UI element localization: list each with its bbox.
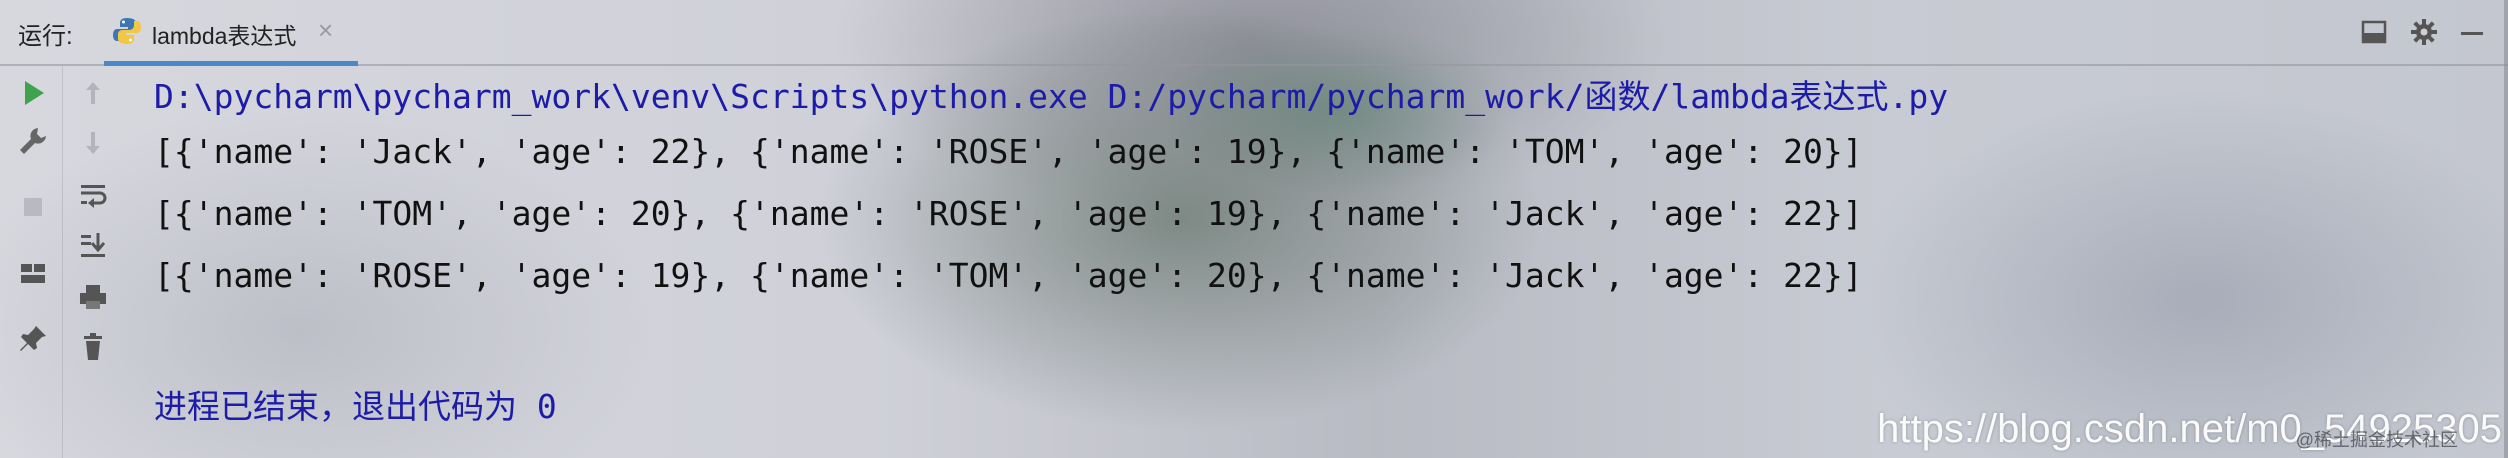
output-line-1: [{'name': 'Jack', 'age': 22}, {'name': '… bbox=[154, 132, 1863, 171]
layout-icon[interactable] bbox=[2358, 16, 2390, 48]
stop-icon[interactable] bbox=[16, 190, 50, 224]
tab-title: lambda表达式 bbox=[152, 23, 297, 49]
gear-icon[interactable] bbox=[2408, 16, 2440, 48]
run-left-toolbar bbox=[0, 66, 63, 458]
arrow-up-icon[interactable] bbox=[76, 76, 110, 110]
watermark-sub: @稀土掘金技术社区 bbox=[2295, 430, 2458, 450]
tab-lambda[interactable]: lambda表达式 × bbox=[104, 0, 358, 66]
exit-message: 进程已结束，退出代码为 0 bbox=[154, 387, 557, 426]
pin-icon[interactable] bbox=[16, 322, 50, 356]
scroll-to-end-icon[interactable] bbox=[76, 228, 110, 262]
soft-wrap-icon[interactable] bbox=[76, 178, 110, 212]
arrow-down-icon[interactable] bbox=[76, 126, 110, 160]
run-label: 运行: bbox=[18, 23, 73, 50]
tab-close-icon[interactable]: × bbox=[318, 15, 333, 46]
window-frame-edge bbox=[2504, 0, 2508, 458]
command-line[interactable]: D:\pycharm\pycharm_work\venv\Scripts\pyt… bbox=[154, 70, 1948, 118]
layout-grid-icon[interactable] bbox=[16, 256, 50, 290]
run-icon[interactable] bbox=[16, 76, 50, 110]
minimize-icon[interactable] bbox=[2456, 16, 2488, 48]
output-line-3: [{'name': 'ROSE', 'age': 19}, {'name': '… bbox=[154, 256, 1863, 295]
print-icon[interactable] bbox=[76, 280, 110, 314]
run-toolwindow-header: 运行: lambda表达式 × bbox=[0, 0, 2508, 66]
output-line-2: [{'name': 'TOM', 'age': 20}, {'name': 'R… bbox=[154, 194, 1863, 233]
wrench-icon[interactable] bbox=[16, 124, 50, 158]
python-icon bbox=[112, 16, 142, 46]
console-output[interactable]: D:\pycharm\pycharm_work\venv\Scripts\pyt… bbox=[154, 66, 2508, 458]
trash-icon[interactable] bbox=[76, 330, 110, 364]
